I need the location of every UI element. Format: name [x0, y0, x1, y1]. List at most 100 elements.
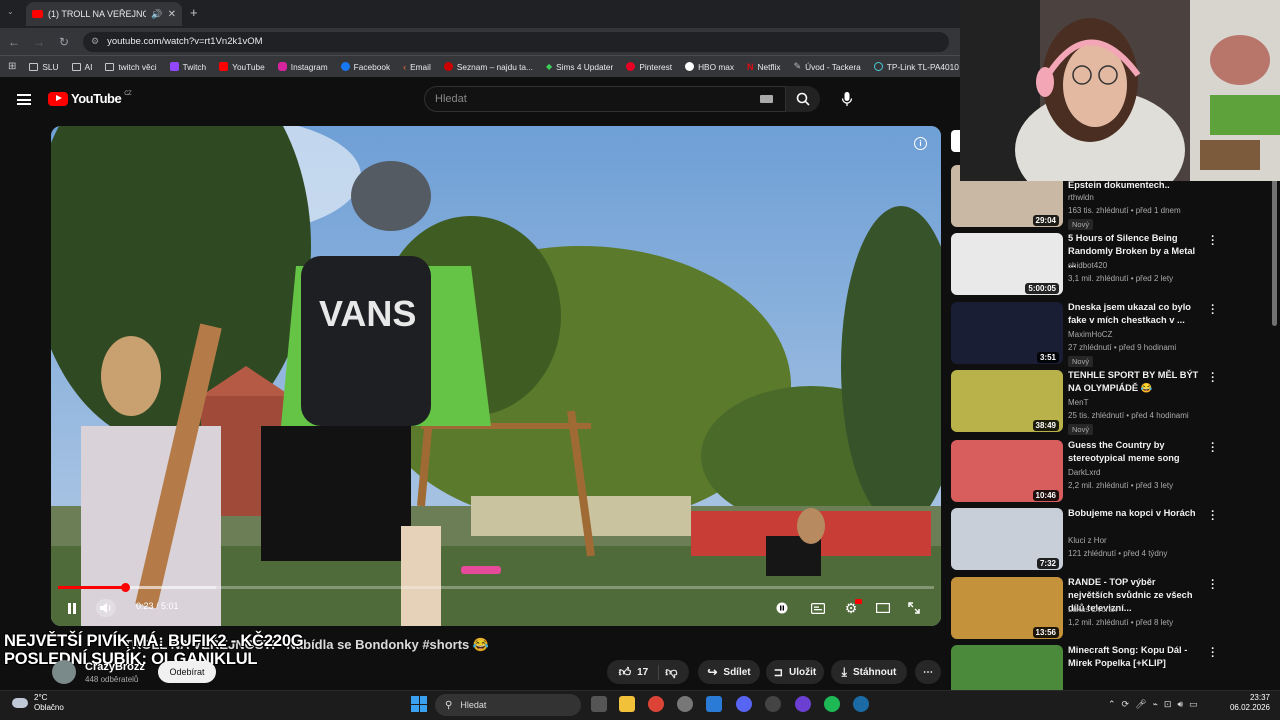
bookmark-slu[interactable]: SLU	[29, 62, 59, 72]
start-button[interactable]	[411, 696, 427, 712]
recommendation-channel[interactable]: shidbot420	[1068, 261, 1107, 270]
pinterest-icon	[626, 62, 636, 71]
search-button[interactable]	[786, 86, 820, 112]
bookmark-pinterest[interactable]: Pinterest	[626, 62, 672, 72]
back-icon[interactable]: ←	[3, 31, 25, 53]
recommendation-channel[interactable]: Kluci z Hor	[1068, 536, 1107, 545]
voice-search-button[interactable]	[832, 86, 862, 112]
scrubber-handle[interactable]	[120, 583, 130, 592]
taskbar-search[interactable]: ⚲ Hledat	[435, 694, 581, 716]
more-actions-button[interactable]: ⋯	[915, 660, 941, 684]
discord-icon[interactable]	[736, 696, 752, 712]
recommendation-title[interactable]: TENHLE SPORT BY MĚL BÝT NA OLYMPIÁDĚ 😂	[1068, 369, 1203, 395]
seznam-icon	[443, 62, 453, 71]
bookmark-hbo[interactable]: HBO max	[685, 62, 734, 72]
bookmark-sims[interactable]: ◆ Sims 4 Updater	[546, 62, 613, 72]
system-clock[interactable]: 23:37 06.02.2026	[1228, 693, 1270, 713]
settings-button[interactable]: ⚙	[842, 599, 862, 616]
task-view-icon[interactable]	[591, 696, 607, 712]
weather-widget[interactable]: 2°C Oblačno	[34, 693, 64, 713]
recommendation-item[interactable]: TENHLE SPORT BY MĚL BÝT NA OLYMPIÁDĚ 😂 38…	[951, 369, 1271, 435]
channel-name[interactable]: CrazyBrozz	[85, 661, 145, 673]
search-input[interactable]: Hledat	[424, 86, 786, 112]
recommendation-title[interactable]: Minecraft Song: Kopu Dál - Mirek Popelka…	[1068, 644, 1203, 670]
volume-button[interactable]	[96, 599, 116, 617]
pause-button[interactable]	[64, 600, 80, 616]
browser-tab[interactable]: (1) TROLL NA VEŘEJNOSTI 🔊 ✕	[26, 2, 182, 26]
recommendation-item[interactable]: Dneska jsem ukazal co bylo fake v mích c…	[951, 301, 1271, 367]
new-tab-button[interactable]: +	[190, 5, 198, 20]
bookmark-youtube[interactable]: YouTube	[219, 62, 265, 72]
more-options-icon[interactable]: · · ·	[1209, 644, 1217, 663]
more-options-icon[interactable]: · · ·	[1209, 507, 1217, 526]
progress-bar[interactable]	[58, 583, 934, 592]
steam-icon[interactable]	[853, 696, 869, 712]
download-button[interactable]: ⤓ Stáhnout	[831, 660, 907, 684]
bookmark-netflix[interactable]: N Netflix	[747, 62, 781, 72]
tab-list-button[interactable]: ⌄	[7, 7, 14, 16]
recommendation-channel[interactable]: DarkLxrd	[1068, 468, 1100, 477]
more-options-icon[interactable]: · · ·	[1209, 232, 1217, 251]
chrome-icon[interactable]	[648, 696, 664, 712]
bookmark-seznam[interactable]: Seznam – najdu ta...	[443, 62, 533, 72]
settings-app-icon[interactable]	[677, 696, 693, 712]
keyboard-icon[interactable]	[760, 95, 773, 103]
url-field[interactable]: ⚙ youtube.com/watch?v=rt1Vn2k1vOM	[83, 31, 949, 52]
share-button[interactable]: ↪ Sdílet	[698, 660, 760, 684]
channel-avatar[interactable]	[52, 660, 76, 684]
more-options-icon[interactable]: · · ·	[1209, 576, 1217, 595]
recommendation-title[interactable]: Dneska jsem ukazal co bylo fake v mích c…	[1068, 301, 1203, 327]
bookmark-twitch[interactable]: Twitch	[169, 62, 206, 72]
bookmark-email[interactable]: ‹ Email	[403, 62, 431, 72]
tab-close-icon[interactable]: ✕	[168, 9, 176, 20]
apps-grid-icon[interactable]: ⊞	[8, 61, 16, 72]
bookmark-tackera[interactable]: ✎ Úvod - Tackera	[794, 61, 861, 72]
store-icon[interactable]	[706, 696, 722, 712]
recommendation-title[interactable]: Guess the Country by stereotypical meme …	[1068, 439, 1203, 465]
recommendation-item[interactable]: Guess the Country by stereotypical meme …	[951, 439, 1271, 504]
save-button[interactable]: ⊐ Uložit	[766, 660, 824, 684]
recommendation-item[interactable]: RANDE - TOP výběr největších svůdnic ze …	[951, 576, 1271, 641]
more-options-icon[interactable]: · · ·	[1209, 439, 1217, 458]
weather-condition: Oblačno	[34, 703, 64, 712]
obs-icon[interactable]	[765, 696, 781, 712]
tab-title: (1) TROLL NA VEŘEJNOSTI	[48, 9, 147, 19]
folder-icon	[29, 62, 39, 71]
recommendation-channel[interactable]: MenT	[1068, 398, 1088, 407]
video-player[interactable]: VANS	[51, 126, 941, 626]
hamburger-menu-icon[interactable]	[17, 94, 31, 105]
fullscreen-button[interactable]	[906, 600, 922, 616]
info-icon[interactable]: i	[914, 137, 927, 150]
bookmark-instagram[interactable]: Instagram	[277, 62, 328, 72]
audio-icon[interactable]: 🔊	[151, 9, 162, 20]
more-options-icon[interactable]: · · ·	[1209, 369, 1217, 388]
bookmark-ai[interactable]: AI	[71, 62, 92, 72]
recommendation-meta: 1,2 mil. zhlédnutí • před 8 lety	[1068, 618, 1174, 627]
tray-icons[interactable]: ⌃⟳🎤︎⌁⊡🔊︎▭	[1108, 699, 1204, 710]
dislike-button[interactable]: 👎︎	[665, 665, 677, 680]
app-icon[interactable]	[795, 696, 811, 712]
recommendation-title[interactable]: Bobujeme na kopci v Horách	[1068, 507, 1203, 520]
more-options-icon[interactable]: · · ·	[1209, 301, 1217, 320]
forward-icon[interactable]: →	[28, 31, 50, 53]
recommendation-channel[interactable]: MaximHoCZ	[1068, 330, 1112, 339]
bookmark-facebook[interactable]: Facebook	[340, 62, 390, 72]
recommendation-item[interactable]: Bobujeme na kopci v Horách 7:32 Kluci z Ho…	[951, 507, 1271, 572]
thumbs-down-icon: 👎︎	[665, 664, 678, 679]
recommendation-channel[interactable]: rthwldn	[1068, 193, 1094, 202]
spotify-icon[interactable]	[824, 696, 840, 712]
youtube-logo[interactable]: YouTube CZ	[48, 91, 132, 106]
autoplay-toggle[interactable]	[774, 600, 790, 616]
like-dislike-group: 👍︎ 17 👎︎	[607, 660, 689, 684]
subtitles-button[interactable]	[809, 600, 827, 616]
theater-mode-button[interactable]	[874, 600, 892, 616]
recommendation-channel[interactable]: Lukas Dvorak	[1068, 605, 1117, 614]
bookmark-tplink[interactable]: TP-Link TL-PA4010	[873, 62, 959, 72]
bookmark-twitch-veci[interactable]: twitch věci	[105, 62, 157, 72]
subscribe-button[interactable]: Odebírat	[158, 661, 216, 683]
like-button[interactable]: 👍︎ 17	[619, 664, 660, 680]
reload-icon[interactable]: ↻	[53, 31, 75, 53]
site-info-icon[interactable]: ⚙	[91, 36, 99, 47]
recommendation-item[interactable]: 5 Hours of Silence Being Randomly Broken…	[951, 232, 1271, 297]
file-explorer-icon[interactable]	[619, 696, 635, 712]
